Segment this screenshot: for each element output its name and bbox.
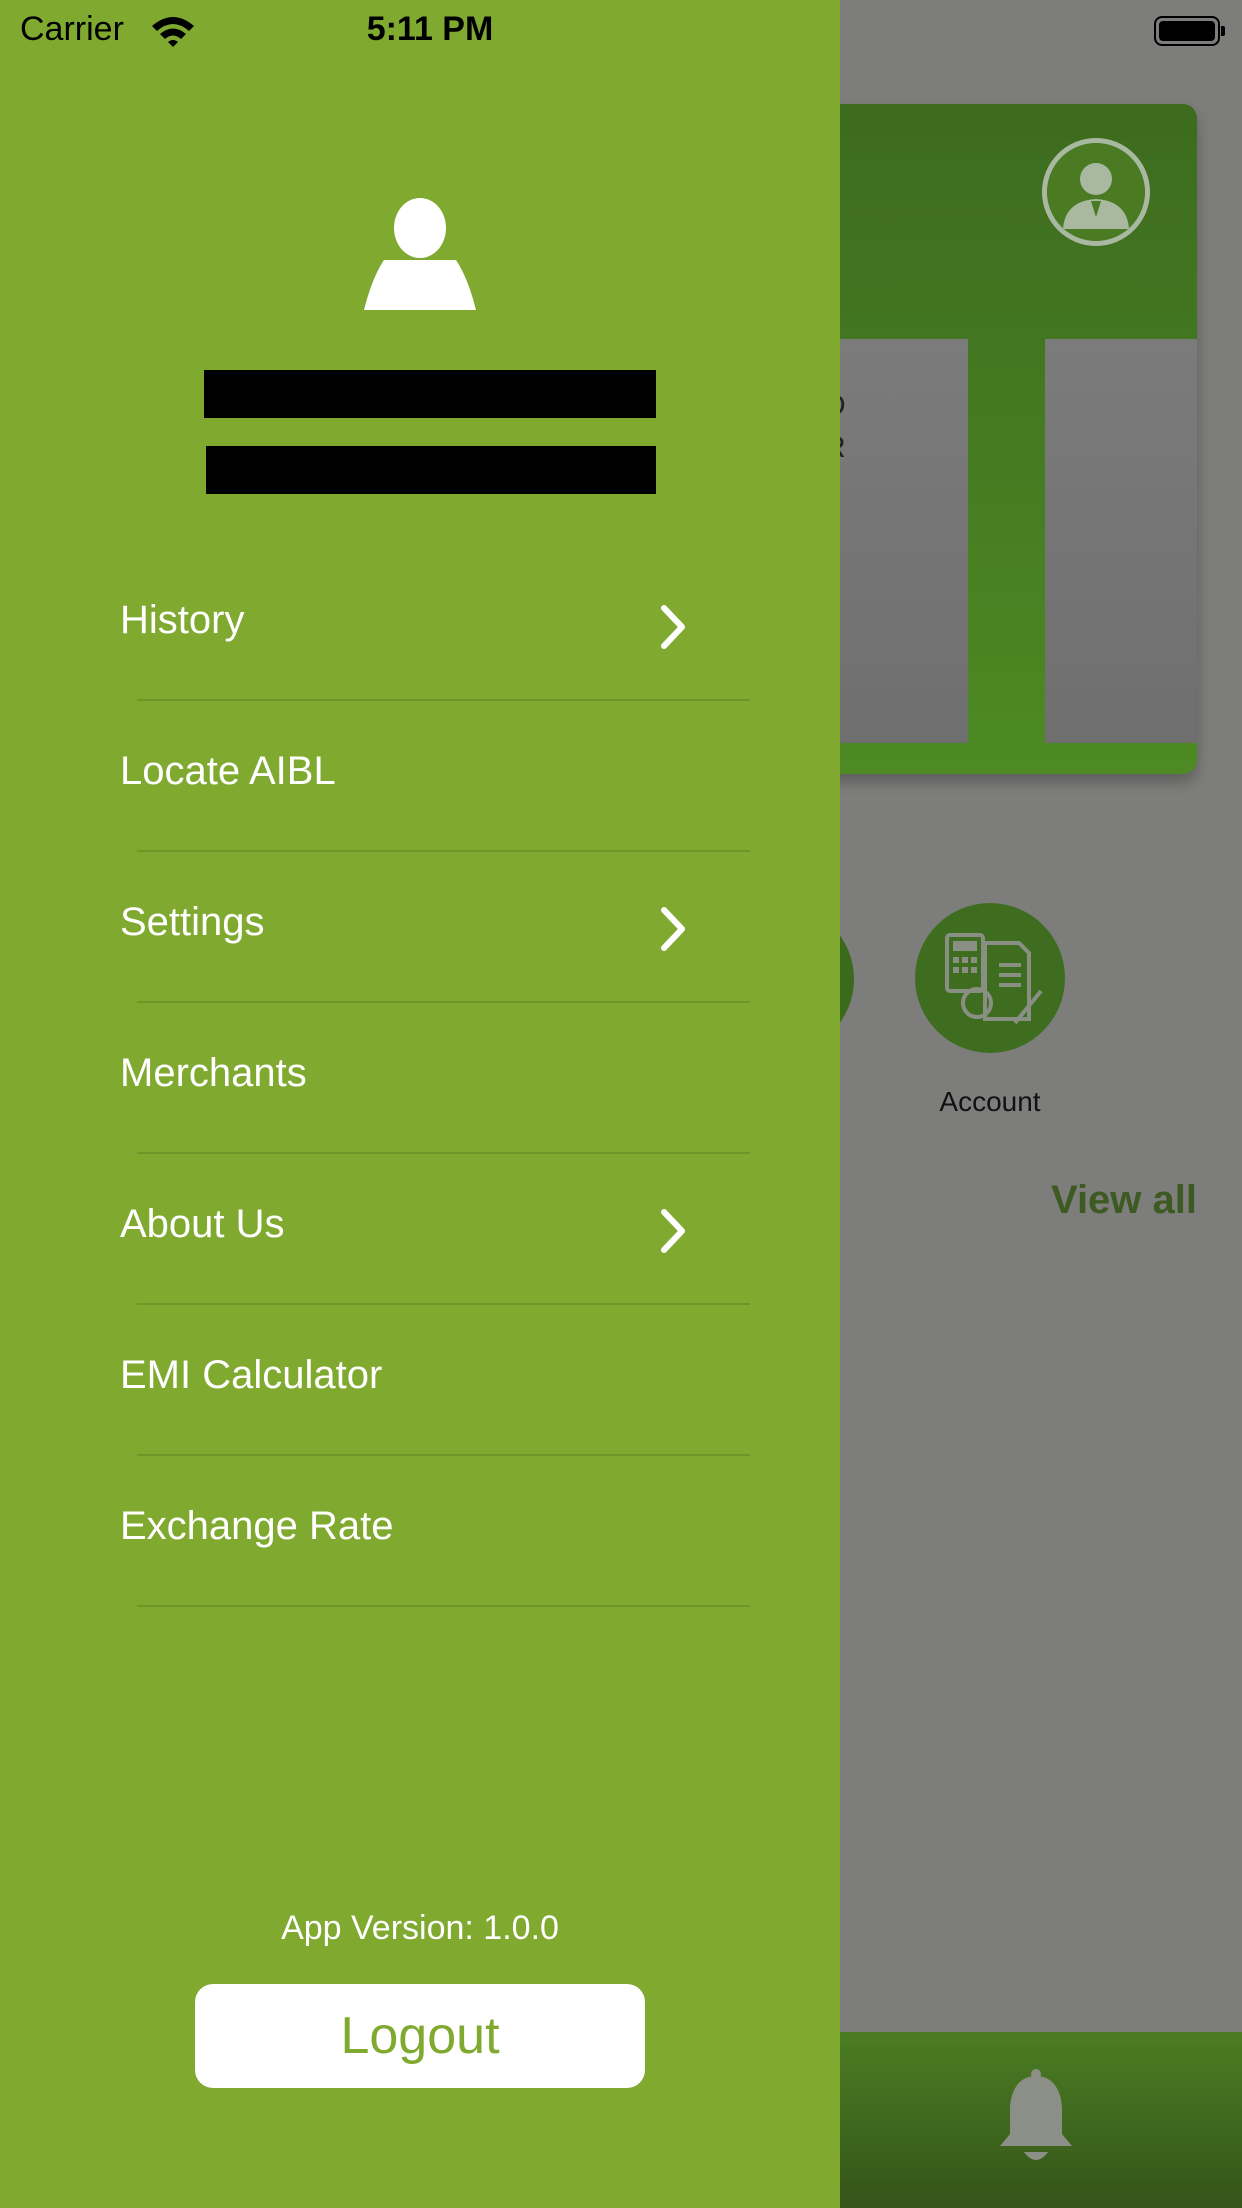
notification-bell-icon[interactable] (996, 2068, 1076, 2168)
user-avatar-icon[interactable] (1042, 138, 1150, 246)
menu-item-label: About Us (120, 1202, 285, 1246)
menu-item-merchants[interactable]: Merchants (0, 1003, 840, 1154)
menu-item-label: Merchants (120, 1051, 307, 1095)
side-drawer: Carrier 5:11 PM History Locate AIBL Sett… (0, 0, 840, 2208)
menu-item-settings[interactable]: Settings (0, 852, 840, 1003)
menu-item-label: Locate AIBL (120, 749, 336, 793)
menu-item-exchange-rate[interactable]: Exchange Rate (0, 1456, 840, 1607)
chevron-right-icon (658, 1208, 688, 1254)
account-label: Account (939, 1086, 1041, 1117)
menu-item-label: EMI Calculator (120, 1353, 383, 1397)
divider (137, 1605, 750, 1607)
logout-button[interactable]: Logout (195, 1984, 645, 2088)
menu-item-label: Exchange Rate (120, 1504, 394, 1548)
menu-item-label: Settings (120, 900, 265, 944)
profile-icon (364, 198, 476, 310)
redacted-user-name (204, 370, 656, 418)
status-time: 5:11 PM (0, 10, 840, 49)
menu-item-history[interactable]: History (0, 550, 840, 701)
view-all-link[interactable]: View all (1000, 1178, 1197, 1223)
time-label: 5:11 PM (366, 10, 494, 48)
menu-item-locate-aibl[interactable]: Locate AIBL (0, 701, 840, 852)
menu-item-about-us[interactable]: About Us (0, 1154, 840, 1305)
menu-item-label: History (120, 598, 245, 642)
menu-item-emi-calculator[interactable]: EMI Calculator (0, 1305, 840, 1456)
redacted-account-info (206, 446, 656, 494)
chevron-right-icon (658, 604, 688, 650)
drawer-menu: History Locate AIBL Settings Merchants A… (0, 550, 840, 1607)
chevron-right-icon (658, 906, 688, 952)
card-panel (1045, 339, 1197, 743)
battery-icon (1154, 16, 1225, 46)
app-version-label: App Version: 1.0.0 (281, 1909, 559, 1947)
account-calculator-icon[interactable] (915, 903, 1065, 1053)
